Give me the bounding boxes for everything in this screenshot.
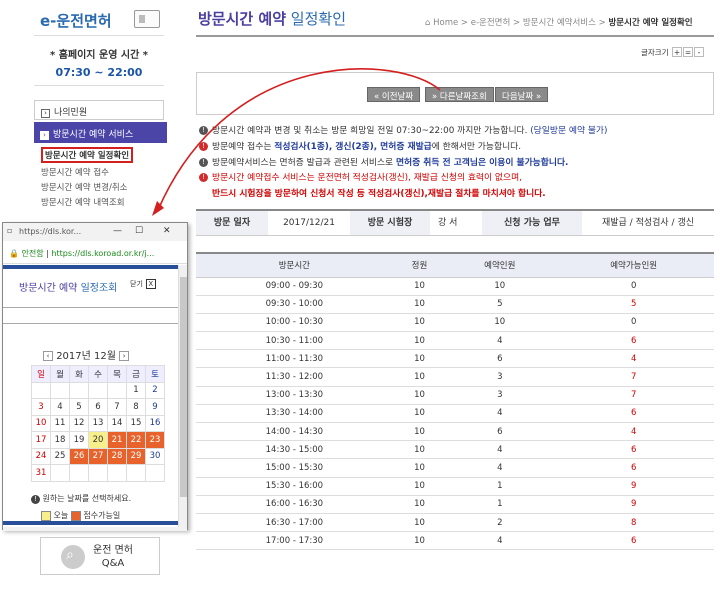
annotation-arrow xyxy=(152,68,441,216)
